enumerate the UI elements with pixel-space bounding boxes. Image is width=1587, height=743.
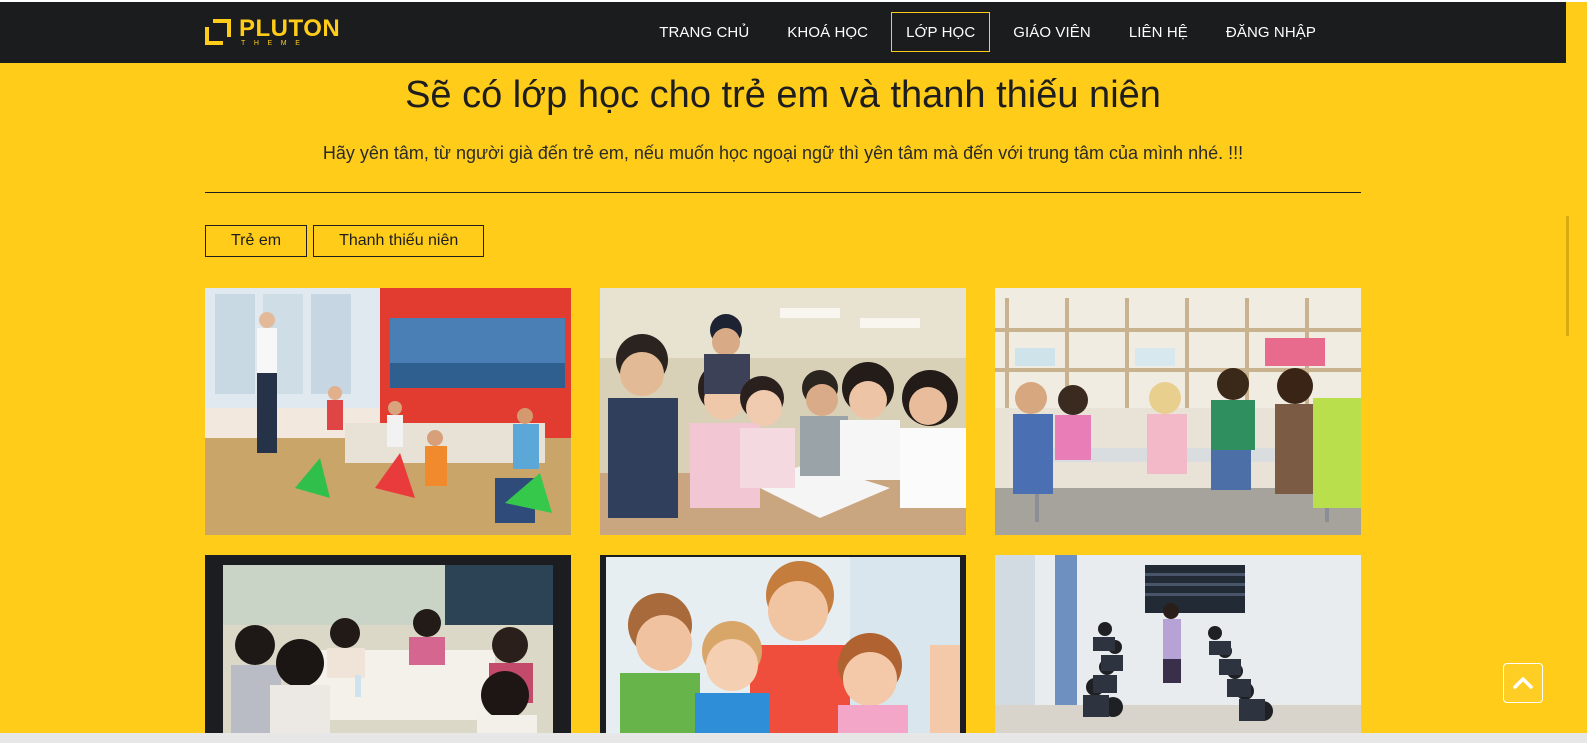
small-classroom-photo[interactable]: [995, 555, 1361, 733]
teens-classroom-table-photo[interactable]: [205, 555, 571, 733]
filter-kids-button[interactable]: Trẻ em: [205, 225, 308, 257]
nav-item-login[interactable]: ĐĂNG NHẬP: [1211, 12, 1331, 52]
nav-item-home[interactable]: TRANG CHỦ: [644, 12, 764, 52]
nav-item-teachers[interactable]: GIÁO VIÊN: [998, 12, 1106, 52]
kids-classroom-teacher-photo[interactable]: [205, 288, 571, 535]
section-subtitle: Hãy yên tâm, từ người già đến trẻ em, nế…: [322, 143, 1244, 163]
brand-name: PLUTON: [239, 15, 341, 42]
kids-drawing-table-photo[interactable]: [995, 288, 1361, 535]
filter-teens-button[interactable]: Thanh thiếu niên: [313, 225, 485, 257]
chevron-up-icon: [1513, 677, 1533, 689]
section-title: Sẽ có lớp học cho trẻ em và thanh thiếu …: [405, 74, 1161, 116]
scroll-to-top-button[interactable]: [1503, 663, 1543, 703]
nav-item-courses[interactable]: KHOÁ HỌC: [772, 12, 883, 52]
nav-item-classes[interactable]: LỚP HỌC: [891, 12, 991, 52]
scrollbar-thumb[interactable]: [1566, 216, 1569, 336]
square-bracket-logo-icon: [205, 19, 231, 45]
scrollbar-track[interactable]: [1566, 2, 1587, 743]
bottom-edge: [0, 733, 1587, 743]
nav-item-contact[interactable]: LIÊN HỆ: [1114, 12, 1203, 52]
main-menu: TRANG CHỦ KHOÁ HỌC LỚP HỌC GIÁO VIÊN LIÊ…: [644, 12, 1331, 52]
brand-tagline: THEME: [241, 40, 309, 47]
smiling-kids-photo[interactable]: [600, 555, 966, 733]
teens-studying-group-photo[interactable]: [600, 288, 966, 535]
section-divider: [205, 192, 1361, 193]
filter-bar: Trẻ em Thanh thiếu niên: [205, 225, 485, 257]
brand-logo[interactable]: PLUTON THEME: [205, 16, 340, 50]
navbar: PLUTON THEME TRANG CHỦ KHOÁ HỌC LỚP HỌC …: [0, 2, 1566, 63]
